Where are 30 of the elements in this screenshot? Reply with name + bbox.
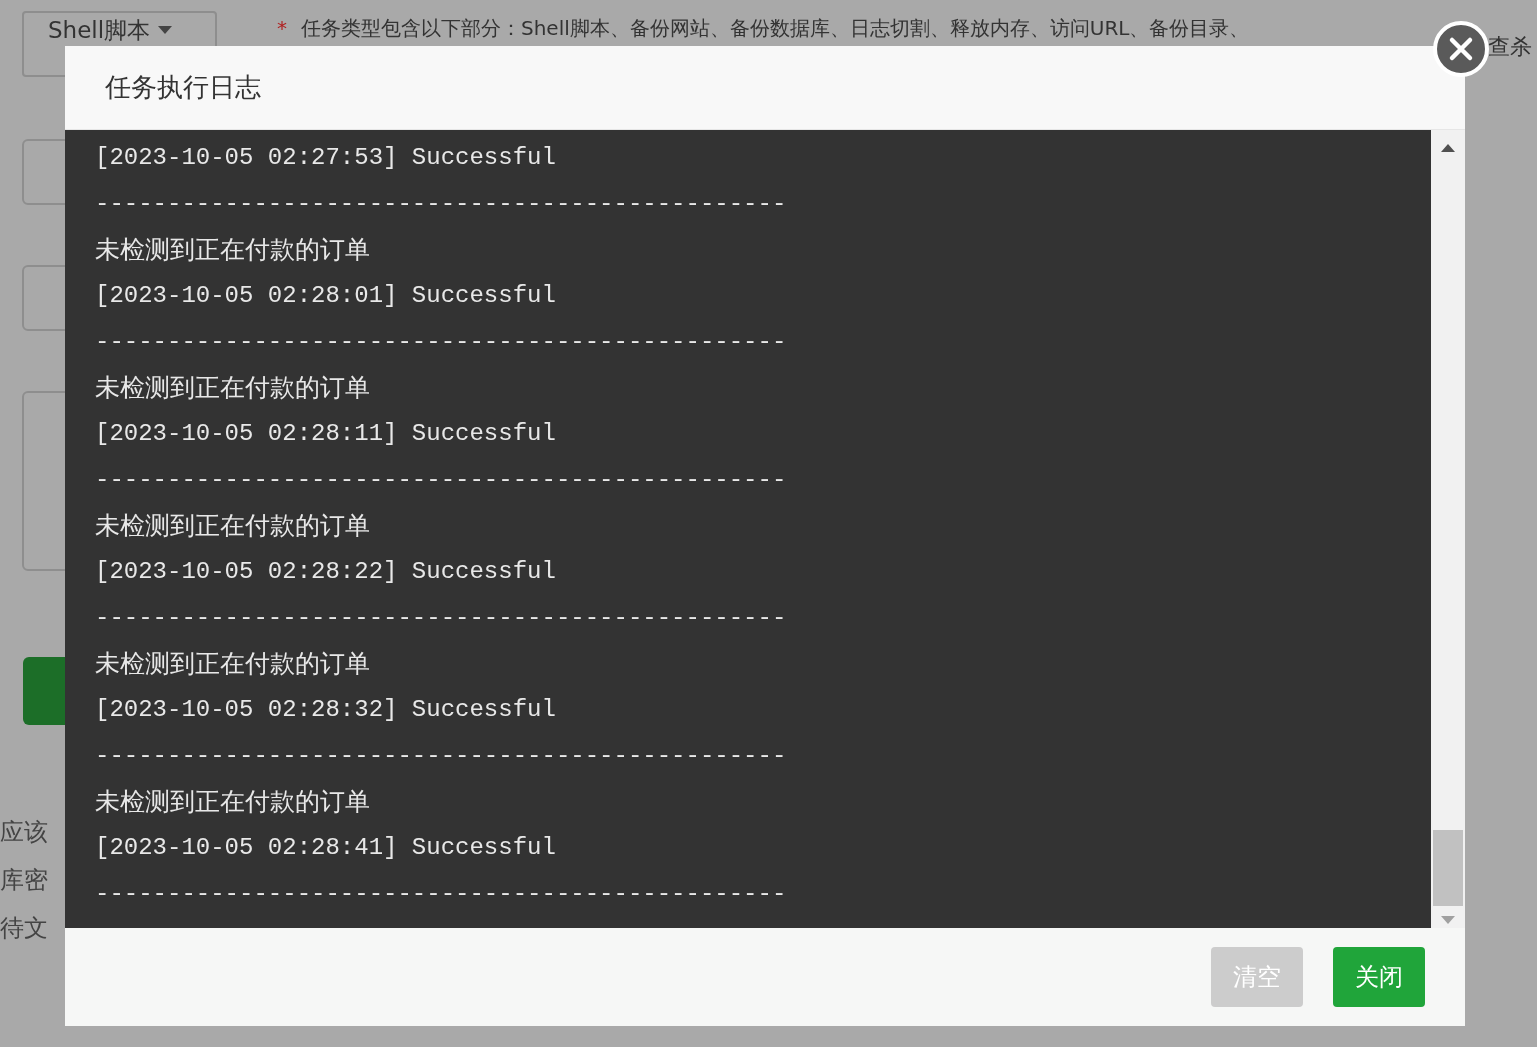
- log-message: 未检测到正在付款的订单: [95, 233, 370, 266]
- log-entry: [2023-10-05 02:28:01] Successful: [95, 281, 556, 309]
- log-separator: ------------------------------------------------: [95, 327, 787, 355]
- scroll-down-icon[interactable]: [1441, 916, 1455, 924]
- scrollbar[interactable]: [1431, 130, 1465, 928]
- log-entry: [2023-10-05 02:28:22] Successful: [95, 557, 556, 585]
- help-text: 应该: [0, 817, 48, 847]
- caret-icon: [158, 26, 173, 34]
- log-entry: [2023-10-05 02:28:41] Successful: [95, 833, 556, 861]
- log-entry: [2023-10-05 02:28:11] Successful: [95, 419, 556, 447]
- scrollbar-thumb[interactable]: [1433, 830, 1463, 906]
- log-message: 未检测到正在付款的订单: [95, 371, 370, 404]
- help-text: 待文: [0, 913, 48, 943]
- close-button[interactable]: 关闭: [1333, 947, 1425, 1007]
- note-text: 查杀: [1488, 33, 1532, 61]
- log-entry: [2023-10-05 02:28:32] Successful: [95, 695, 556, 723]
- log-separator: ------------------------------------------------: [95, 741, 787, 769]
- log-separator: ------------------------------------------------: [95, 879, 787, 907]
- task-type-note: 任务类型包含以下部分：Shell脚本、备份网站、备份数据库、日志切割、释放内存、访问URL、备份目录、: [301, 15, 1250, 41]
- log-separator: ------------------------------------------------: [95, 603, 787, 631]
- close-icon[interactable]: [1432, 20, 1490, 78]
- required-mark: *: [277, 15, 287, 41]
- log-separator: ------------------------------------------------: [95, 189, 787, 217]
- log-message: 未检测到正在付款的订单: [95, 647, 370, 680]
- log-separator: ------------------------------------------------: [95, 465, 787, 493]
- log-message: 未检测到正在付款的订单: [95, 785, 370, 818]
- help-text: 库密: [0, 865, 48, 895]
- log-entry: [2023-10-05 02:27:53] Successful: [95, 143, 556, 171]
- scroll-up-icon[interactable]: [1441, 144, 1455, 152]
- log-message: 未检测到正在付款的订单: [95, 509, 370, 542]
